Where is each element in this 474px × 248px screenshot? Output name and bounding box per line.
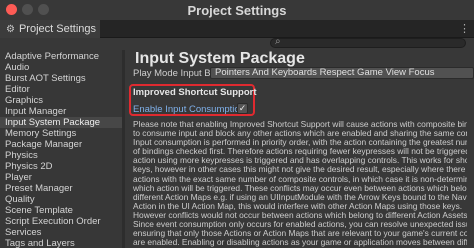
- zoom-window-button[interactable]: [38, 4, 49, 15]
- sidebar-item[interactable]: Preset Manager: [0, 183, 123, 194]
- description-line: which action will be triggered. These co…: [133, 183, 467, 193]
- sidebar-item[interactable]: Adaptive Performance: [0, 51, 123, 62]
- settings-panel: Input System Package Play Mode Input Beh…: [125, 50, 474, 248]
- sidebar-item[interactable]: Player: [0, 172, 123, 183]
- description-line: are enabled. Enabling or disabling actio…: [133, 238, 467, 248]
- search-input[interactable]: ⌕: [270, 36, 466, 48]
- tab-label: Project Settings: [18, 23, 97, 35]
- sidebar-item[interactable]: Tags and Layers: [0, 238, 123, 248]
- minimize-window-button[interactable]: [22, 4, 33, 15]
- sidebar-list: Adaptive Performance Audio Burst AOT Setti…: [0, 50, 123, 248]
- gear-icon: ⚙: [6, 23, 15, 35]
- enable-consumption-label[interactable]: Enable Input Consumption: [133, 104, 245, 115]
- search-icon: ⌕: [275, 36, 281, 47]
- description-line: of bindings checked first. Therefore act…: [133, 147, 467, 157]
- sidebar-item[interactable]: Services: [0, 227, 123, 238]
- sidebar-item[interactable]: Burst AOT Settings: [0, 73, 123, 84]
- description-line: keys, however in other cases this might …: [133, 165, 467, 175]
- tab-project-settings[interactable]: ⚙ Project Settings: [0, 20, 100, 38]
- sidebar-item[interactable]: Scene Template: [0, 205, 123, 216]
- tab-bar: ⚙ Project Settings ⋮: [0, 20, 474, 38]
- description-line: Since event consumption only occurs for …: [133, 220, 467, 230]
- description-line: actions with the exact same number of co…: [133, 174, 467, 184]
- sidebar-item[interactable]: Input Manager: [0, 106, 123, 117]
- description-line: Action in the UI Action Map, this would …: [133, 201, 463, 211]
- close-window-button[interactable]: [6, 4, 17, 15]
- settings-sidebar: Adaptive Performance Audio Burst AOT Setti…: [0, 50, 124, 248]
- section-title: Improved Shortcut Support: [133, 87, 257, 98]
- sidebar-item[interactable]: Package Manager: [0, 139, 123, 150]
- sidebar-item[interactable]: Input System Package: [0, 117, 123, 128]
- window-controls: [6, 4, 49, 15]
- description-line: Input consumption is performed in priori…: [133, 138, 467, 148]
- description-line: different Action Maps e.g. if using an U…: [133, 192, 467, 202]
- tab-menu-icon[interactable]: ⋮: [459, 22, 470, 35]
- description-line: ensuring that only those Actions or Acti…: [133, 229, 467, 239]
- window-title: Project Settings: [187, 2, 287, 18]
- sidebar-item[interactable]: Audio: [0, 62, 123, 73]
- play-mode-dropdown[interactable]: Pointers And Keyboards Respect Game View…: [210, 67, 474, 79]
- sidebar-item[interactable]: Graphics: [0, 95, 123, 106]
- enable-consumption-checkbox[interactable]: ✓: [237, 103, 248, 114]
- sidebar-item[interactable]: Physics 2D: [0, 161, 123, 172]
- sidebar-item[interactable]: Physics: [0, 150, 123, 161]
- description-line: to consume input and block any other act…: [133, 129, 467, 139]
- sidebar-item[interactable]: Memory Settings: [0, 128, 123, 139]
- window-titlebar: Project Settings: [0, 0, 474, 20]
- description-line: action using more keypresses is triggere…: [133, 156, 467, 166]
- description-line: Please note that enabling Improved Short…: [133, 120, 467, 129]
- sidebar-item[interactable]: Quality: [0, 194, 123, 205]
- sidebar-item[interactable]: Script Execution Order: [0, 216, 123, 227]
- sidebar-item[interactable]: Editor: [0, 84, 123, 95]
- description-line: However conflicts would not occur betwee…: [133, 210, 467, 220]
- description-text: Please note that enabling Improved Short…: [133, 120, 467, 248]
- page-title: Input System Package: [135, 50, 305, 67]
